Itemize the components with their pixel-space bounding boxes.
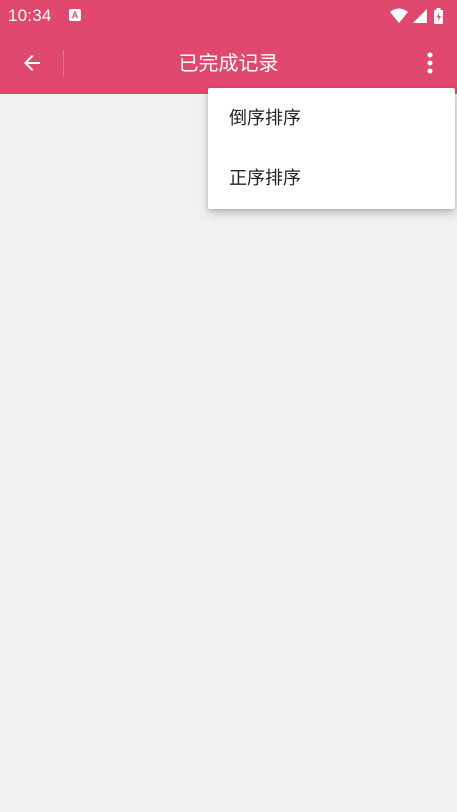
battery-charging-icon	[434, 8, 443, 24]
cellular-signal-icon	[413, 9, 427, 23]
menu-item-sort-descending[interactable]: 倒序排序	[208, 88, 455, 149]
back-button[interactable]	[12, 44, 52, 82]
wifi-icon	[390, 8, 408, 23]
appbar-divider	[63, 50, 64, 76]
more-options-button[interactable]	[417, 48, 443, 78]
status-bar: 10:34 A	[0, 0, 457, 32]
page-title: 已完成记录	[178, 51, 279, 75]
status-icons	[389, 7, 451, 25]
a-box-icon: A	[69, 9, 81, 21]
menu-item-sort-ascending[interactable]: 正序排序	[208, 149, 455, 209]
sort-menu: 倒序排序 正序排序	[208, 88, 455, 209]
more-vertical-icon	[427, 52, 433, 74]
arrow-left-icon	[24, 55, 40, 71]
app-bar: 已完成记录	[0, 32, 457, 94]
status-time: 10:34	[8, 6, 52, 25]
